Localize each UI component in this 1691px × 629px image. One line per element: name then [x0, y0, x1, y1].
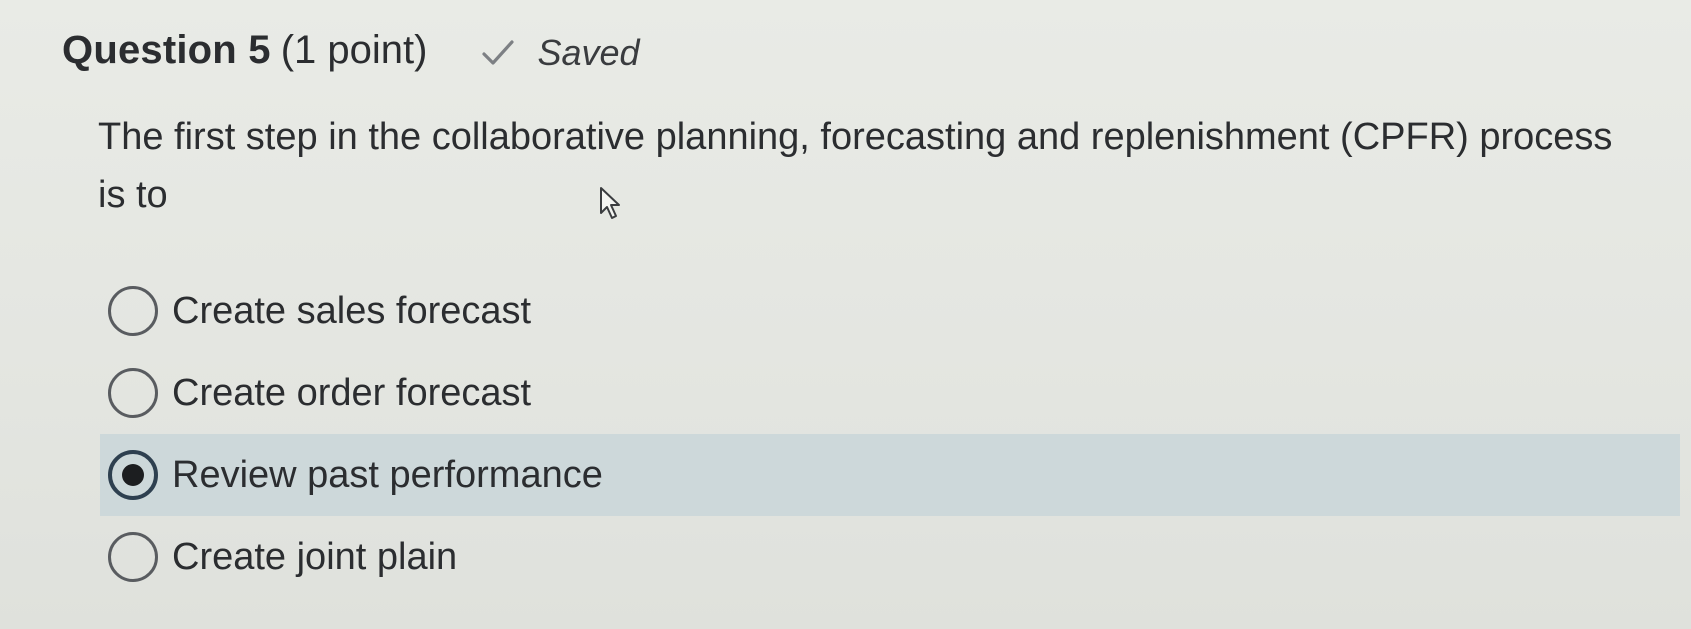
save-status: Saved: [481, 32, 640, 74]
answer-option-selected[interactable]: Review past performance: [100, 434, 1680, 516]
radio-button-checked[interactable]: [108, 450, 158, 500]
answer-label: Review past performance: [172, 453, 603, 496]
question-title: Question 5: [62, 27, 271, 72]
radio-button[interactable]: [108, 532, 158, 582]
radio-button[interactable]: [108, 286, 158, 336]
answer-label: Create order forecast: [172, 371, 532, 414]
saved-label: Saved: [537, 32, 640, 73]
answer-option[interactable]: Create joint plain: [100, 516, 1680, 598]
check-icon: [482, 40, 515, 65]
question-text: The first step in the collaborative plan…: [98, 116, 1613, 216]
answer-option[interactable]: Create order forecast: [100, 352, 1680, 434]
question-header: Question 5 (1 point) Saved: [62, 22, 640, 78]
question-points: (1 point): [280, 27, 428, 72]
answer-label: Create sales forecast: [172, 289, 532, 332]
quiz-page: Question 5 (1 point) Saved The first ste…: [0, 0, 1691, 629]
answer-option[interactable]: Create sales forecast: [100, 270, 1680, 352]
answer-label: Create joint plain: [172, 535, 458, 578]
radio-button[interactable]: [108, 368, 158, 418]
answer-options: Create sales forecast Create order forec…: [100, 270, 1680, 598]
mouse-cursor-icon: [600, 187, 620, 219]
